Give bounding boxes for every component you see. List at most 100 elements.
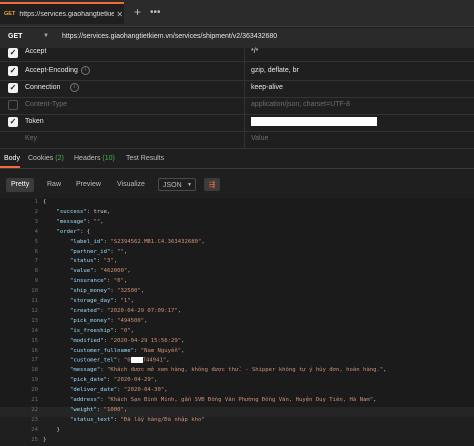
code-token: "status_text" — [69, 416, 114, 423]
code-token: : — [96, 258, 104, 265]
header-row: Content-Type application/json; charset=UT… — [0, 97, 474, 115]
code-token: , — [100, 218, 104, 225]
more-icon[interactable]: ••• — [150, 7, 161, 18]
visualize-button[interactable]: Visualize — [112, 178, 150, 192]
url-bar: GET ▼ https://services.giaohangtietkiem.… — [0, 28, 474, 48]
tab-body[interactable]: Body — [4, 155, 20, 162]
line-number: 23 — [31, 416, 38, 423]
code-token: "0" — [120, 327, 131, 334]
header-key[interactable]: Content-Type — [25, 101, 67, 108]
line-number: 6 — [34, 248, 38, 255]
header-key[interactable]: Key — [25, 135, 37, 142]
header-checkbox[interactable]: ✓ — [8, 66, 18, 76]
tab-cookies[interactable]: Cookies (2) — [28, 155, 64, 162]
code-token: , — [373, 397, 377, 403]
code-line: 24 } — [0, 427, 474, 437]
code-text: "is_freeship": "0", — [43, 328, 134, 334]
line-number: 24 — [31, 426, 38, 433]
header-key[interactable]: Token — [25, 118, 44, 125]
line-number: 8 — [34, 268, 38, 275]
tab-headers[interactable]: Headers (10) — [74, 155, 115, 162]
raw-button[interactable]: Raw — [42, 178, 66, 192]
line-number: 22 — [31, 406, 38, 413]
code-token: : — [133, 347, 141, 354]
pretty-button[interactable]: Pretty — [6, 178, 35, 192]
chevron-down-icon[interactable]: ▼ — [43, 33, 49, 39]
code-token: , — [123, 406, 128, 413]
header-value[interactable]: application/json; charset=UTF-8 — [251, 101, 350, 108]
url-input[interactable]: https://services.giaohangtietkiem.vn/ser… — [62, 33, 277, 40]
tab-test-results[interactable]: Test Results — [126, 155, 164, 162]
code-token: "modified" — [69, 337, 104, 344]
code-token: "created" — [69, 307, 101, 314]
tab-label: Cookies — [28, 155, 54, 162]
header-key[interactable]: Connection — [25, 84, 60, 91]
header-value[interactable]: Value — [251, 135, 268, 142]
code-token: : { — [80, 228, 91, 235]
header-checkbox[interactable]: ✓ — [8, 117, 18, 127]
token-value-redacted[interactable] — [251, 117, 377, 126]
code-line: 4 "order": { — [0, 229, 474, 239]
code-line: 15 "modified": "2020-04-29 15:56:29", — [0, 338, 474, 348]
header-checkbox[interactable]: ✓ — [8, 48, 18, 58]
code-token: , — [127, 268, 131, 275]
header-checkbox[interactable]: ✓ — [8, 83, 18, 93]
code-token: "message" — [56, 218, 87, 225]
line-number: 13 — [31, 317, 38, 324]
code-token: "storage_day" — [69, 298, 114, 304]
tab-label: Headers — [74, 155, 101, 162]
request-tab[interactable]: GET https://services.giaohangtietkie... … — [0, 2, 124, 24]
info-icon[interactable]: i — [81, 66, 90, 75]
line-number: 17 — [31, 357, 38, 364]
plus-icon[interactable]: + — [134, 5, 141, 19]
code-token: "494500" — [117, 317, 145, 324]
method-select[interactable]: GET — [8, 33, 22, 40]
response-body[interactable]: 1{2 "success": true, 3 "message": "", 4 "o… — [0, 198, 474, 443]
code-token: : — [96, 406, 104, 413]
preview-button[interactable]: Preview — [71, 178, 106, 192]
format-select[interactable]: JSON ▼ — [158, 178, 196, 191]
code-text: "status_text": "Đã lấy hàng/Đã nhập kho" — [43, 417, 205, 423]
column-divider — [244, 80, 245, 97]
header-value[interactable]: gzip, deflate, br — [251, 67, 299, 74]
code-token: "" — [117, 248, 124, 255]
tab-label: Body — [4, 155, 20, 162]
line-number: 18 — [31, 367, 38, 374]
header-checkbox[interactable] — [8, 100, 18, 110]
info-icon[interactable]: i — [70, 83, 79, 92]
code-text: "pick_date": "2020-04-29", — [43, 377, 158, 383]
code-line: 9 "insurance": "0", — [0, 278, 474, 288]
header-key[interactable]: Accept — [25, 48, 46, 55]
code-token: "Nam Nguyễn" — [140, 347, 182, 354]
close-tab-icon[interactable]: ✕ — [116, 10, 123, 19]
header-value[interactable]: */* — [251, 48, 258, 55]
line-number: 9 — [34, 278, 38, 285]
code-line: 18 "message": "Khách được mở xem hàng, k… — [0, 367, 474, 377]
code-token: "Khách Sạn Bình Minh, gần SVĐ Đồng Văn P… — [107, 397, 374, 403]
code-token: , — [113, 258, 118, 265]
code-line: 2 "success": true, — [0, 209, 474, 219]
line-number: 1 — [34, 199, 38, 205]
header-key[interactable]: Accept-Encoding — [25, 67, 78, 74]
code-line: 14 "is_freeship": "0", — [0, 328, 474, 338]
line-number: 7 — [34, 258, 38, 265]
code-token: "is_freeship" — [69, 327, 114, 334]
code-token: , — [164, 387, 168, 394]
line-number: 4 — [34, 228, 38, 235]
code-line: 21 "address": "Khách Sạn Bình Minh, gần … — [0, 397, 474, 407]
code-token: "2020-04-30" — [123, 387, 165, 394]
response-toolbar: Pretty Raw Preview Visualize JSON ▼ ⇶ — [0, 174, 474, 196]
wrap-lines-icon[interactable]: ⇶ — [204, 178, 220, 191]
header-value[interactable]: keep-alive — [251, 84, 283, 91]
line-number: 5 — [34, 238, 38, 245]
code-token: "pick_date" — [69, 377, 107, 384]
column-divider — [244, 63, 245, 80]
